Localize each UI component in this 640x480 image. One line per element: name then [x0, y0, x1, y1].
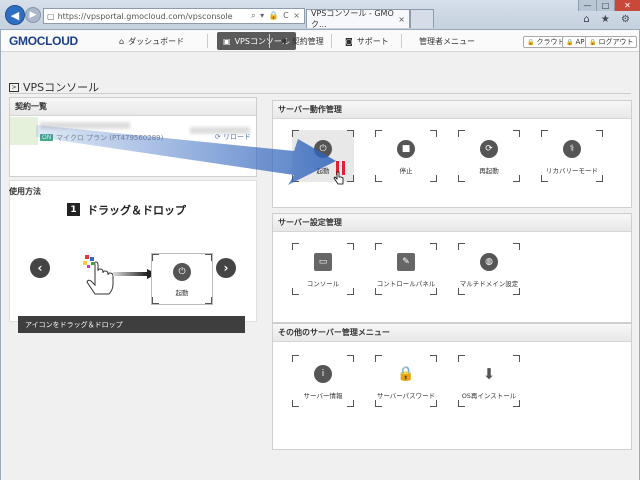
browser-toolbar-icons[interactable]: ⌂ ★ ⚙	[583, 14, 634, 25]
lock-icon: 🔒	[566, 38, 574, 46]
nav-label: 契約管理	[291, 36, 324, 46]
page: GMOCLOUD ⌂ ダッシュボード ▣ VPSコンソール ✱ 契約管理 ◙ サ…	[0, 30, 640, 480]
back-button[interactable]: ◀	[5, 5, 25, 25]
reload-label: リロード	[223, 133, 251, 141]
nav-divider	[331, 34, 332, 48]
recovery-mode-button[interactable]: ⚕ リカバリーモード	[541, 130, 603, 182]
restart-button[interactable]: ⟳ 再起動	[458, 130, 520, 182]
window-controls: — □ ✕	[578, 0, 640, 11]
address-tools[interactable]: ⌕ ▾ 🔒 C ×	[251, 11, 304, 21]
minimize-button[interactable]: —	[578, 0, 596, 11]
page-icon: ▢	[47, 11, 55, 21]
tab-label: VPSコンソール - GMOク...	[311, 9, 394, 29]
hand-cursor-icon	[333, 171, 344, 185]
nav-divider	[401, 34, 402, 48]
tab-vps-console[interactable]: VPSコンソール - GMOク... ×	[306, 9, 410, 29]
console-icon: >	[9, 82, 19, 92]
camera-icon: ◙	[345, 36, 353, 46]
lock-icon: 🔒	[527, 38, 535, 46]
site-navbar: GMOCLOUD ⌂ ダッシュボード ▣ VPSコンソール ✱ 契約管理 ◙ サ…	[1, 30, 639, 52]
recovery-label: リカバリーモード	[546, 167, 598, 175]
os-reinstall-button[interactable]: ⬇ OS再インストール	[458, 355, 520, 407]
other-menu-header: その他のサーバー管理メニュー	[273, 324, 631, 342]
server-ops-header: サーバー動作管理	[273, 101, 631, 119]
prev-slide-button[interactable]: ‹	[30, 258, 50, 278]
nav-label: ダッシュボード	[128, 36, 185, 46]
recovery-icon: ⚕	[563, 140, 581, 158]
nav-support[interactable]: ◙ サポート	[339, 32, 395, 50]
logout-button[interactable]: 🔒 ログアウト	[585, 36, 638, 48]
browser-chrome: ◀ ▶ ▢ https://vpsportal.gmocloud.com/vps…	[0, 0, 640, 30]
stop-button[interactable]: ■ 停止	[375, 130, 437, 182]
server-info-button[interactable]: i サーバー情報	[292, 355, 354, 407]
contracts-header: 契約一覧	[10, 98, 256, 116]
address-bar[interactable]: ▢ https://vpsportal.gmocloud.com/vpscons…	[43, 8, 305, 24]
padlock-icon: 🔒	[397, 365, 415, 383]
monitor-icon: ▣	[223, 36, 231, 46]
gear-icon: ✱	[281, 36, 288, 46]
instruction-bar: アイコンをドラッグ＆ドロップ	[18, 316, 245, 333]
globe-icon: ◍	[480, 253, 498, 271]
close-window-button[interactable]: ✕	[614, 0, 640, 11]
stop-icon: ■	[397, 140, 415, 158]
wrench-icon: ✎	[397, 253, 415, 271]
redacted-text	[40, 122, 130, 129]
multi-domain-label: マルチドメイン設定	[459, 280, 519, 288]
reload-link[interactable]: ⟳ リロード	[215, 132, 251, 142]
stop-label: 停止	[399, 167, 413, 175]
power-icon: ⏻	[173, 263, 191, 281]
tab-close-icon[interactable]: ×	[398, 15, 405, 24]
lock-icon: 🔒	[589, 38, 597, 46]
gmo-cloud-logo[interactable]: GMOCLOUD	[9, 34, 78, 48]
multi-domain-button[interactable]: ◍ マルチドメイン設定	[458, 243, 520, 295]
nav-divider	[207, 34, 208, 48]
maximize-button[interactable]: □	[596, 0, 614, 11]
control-panel-button[interactable]: ✎ コントロールパネル	[375, 243, 437, 295]
howto-title: 使用方法	[9, 187, 41, 196]
console-label: コンソール	[306, 280, 340, 288]
forward-button[interactable]: ▶	[25, 7, 41, 23]
status-badge: ON	[40, 134, 54, 141]
server-password-button[interactable]: 🔒 サーバーパスワード	[375, 355, 437, 407]
demo-start-card: ⏻ 起動	[151, 253, 213, 305]
console-icon: ▭	[314, 253, 332, 271]
nav-admin-menu[interactable]: 管理者メニュー	[413, 32, 481, 50]
download-icon: ⬇	[480, 365, 498, 383]
nav-divider	[269, 34, 270, 48]
next-slide-button[interactable]: ›	[216, 258, 236, 278]
cloud-label: クラウド	[536, 38, 565, 46]
contracts-panel: 契約一覧 ON マイクロ プラン (PT479560289) ⟳ リロード	[9, 97, 257, 177]
power-icon: ⏻	[314, 140, 332, 158]
server-settings-header: サーバー設定管理	[273, 214, 631, 232]
demo-start-label: 起動	[175, 289, 189, 297]
step-number: 1	[67, 203, 80, 216]
logout-label: ログアウト	[598, 38, 634, 46]
server-password-label: サーバーパスワード	[376, 392, 436, 400]
home-icon: ⌂	[119, 36, 125, 46]
nav-label: サポート	[356, 36, 389, 46]
contract-plan: マイクロ プラン (PT479560289)	[56, 134, 164, 142]
contract-status-strip	[10, 117, 38, 145]
control-panel-label: コントロールパネル	[376, 280, 436, 288]
os-reinstall-label: OS再インストール	[461, 392, 517, 400]
step-text: ドラッグ＆ドロップ	[87, 204, 186, 217]
address-text: https://vpsportal.gmocloud.com/vpsconsol…	[57, 11, 233, 21]
new-tab-button[interactable]	[410, 9, 434, 28]
nav-dashboard[interactable]: ⌂ ダッシュボード	[113, 32, 190, 50]
restart-icon: ⟳	[480, 140, 498, 158]
console-button[interactable]: ▭ コンソール	[292, 243, 354, 295]
nav-contracts[interactable]: ✱ 契約管理	[275, 32, 330, 50]
server-info-label: サーバー情報	[303, 392, 343, 400]
title-divider	[9, 93, 631, 94]
nav-label: 管理者メニュー	[419, 36, 475, 46]
info-icon: i	[314, 365, 332, 383]
restart-label: 再起動	[479, 167, 499, 175]
